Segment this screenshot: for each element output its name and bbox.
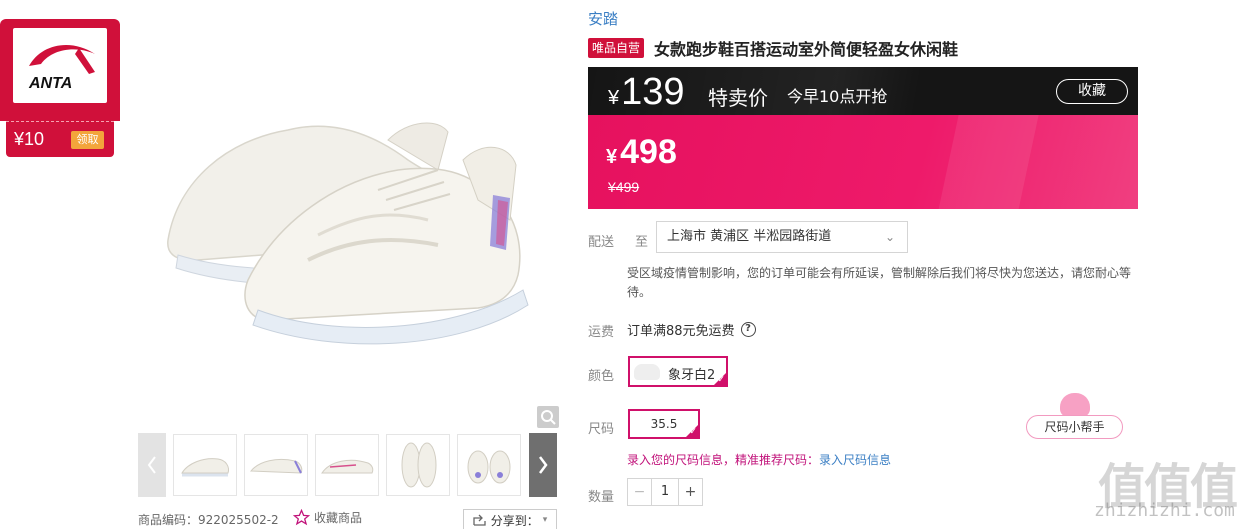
- price-currency: ¥: [606, 146, 618, 168]
- share-icon: [473, 514, 486, 526]
- flash-sale-label: 特卖价: [708, 86, 768, 110]
- star-icon: [293, 509, 310, 526]
- help-icon[interactable]: ?: [740, 322, 756, 337]
- address-select[interactable]: 上海市 黄浦区 半淞园路街道 ⌄: [656, 221, 908, 253]
- price-box: ¥498 ¥499: [588, 115, 1138, 209]
- favorite-product-link[interactable]: 收藏商品: [293, 509, 362, 526]
- quantity-stepper[interactable]: − 1 +: [627, 478, 703, 506]
- original-price: ¥499: [608, 179, 640, 195]
- color-option-selected[interactable]: 象牙白2 ✓: [628, 356, 728, 387]
- check-mark: ✓: [717, 375, 725, 385]
- flash-price-value: 139: [621, 71, 685, 113]
- claim-coupon-button[interactable]: 领取: [71, 131, 104, 149]
- address-value: 上海市 黄浦区 半淞园路街道: [667, 229, 832, 244]
- shoe-image: [167, 122, 529, 345]
- current-price-value: 498: [620, 133, 677, 171]
- size-option-label: 35.5: [650, 417, 678, 431]
- anta-logo-icon: ANTA: [13, 28, 107, 103]
- chevron-down-icon: ▾: [542, 515, 548, 525]
- quantity-decrease-button[interactable]: −: [628, 479, 652, 505]
- brand-link[interactable]: 安踏: [588, 8, 618, 29]
- product-title: 女款跑步鞋百搭运动室外简便轻盈女休闲鞋: [654, 40, 959, 59]
- coupon-footer: ¥10 领取: [6, 121, 114, 157]
- coupon-amount: ¥10: [14, 129, 45, 149]
- size-helper-button[interactable]: 尺码小帮手: [1026, 415, 1123, 439]
- flash-sale-price: ¥139: [608, 71, 685, 114]
- product-main-image[interactable]: [138, 20, 558, 430]
- size-option-selected[interactable]: 35.5 ✓: [628, 409, 700, 439]
- flash-sale-start-time: 今早10点开抢: [787, 87, 888, 106]
- delivery-label: 配送: [588, 235, 615, 250]
- delivery-to-label: 至: [635, 235, 649, 250]
- size-label: 尺码: [588, 422, 615, 437]
- product-page: ANTA ¥10 领取 商品编码：922025502-2 收藏商品 分享到： ▾…: [0, 0, 1244, 529]
- watermark-site: zhizhizhi.com: [1094, 500, 1235, 521]
- quantity-increase-button[interactable]: +: [678, 479, 702, 505]
- thumbnail-2[interactable]: [244, 434, 308, 496]
- flash-currency: ¥: [608, 87, 620, 109]
- site-watermark: 值值值 zhizhizhi.com: [1094, 447, 1244, 529]
- current-price: ¥498: [606, 133, 677, 172]
- share-button[interactable]: 分享到： ▾: [463, 509, 557, 529]
- size-tip-text: 录入您的尺码信息，精准推荐尺码：: [627, 453, 820, 467]
- shipping-fee: 订单满88元免运费 ?: [627, 320, 756, 339]
- favorite-button[interactable]: 收藏: [1056, 79, 1128, 104]
- vip-self-operated-badge: 唯品自营: [588, 38, 644, 58]
- price-box-stripe: [935, 115, 1041, 209]
- enter-size-link[interactable]: 录入尺码信息: [819, 453, 891, 467]
- mascot-icon: [1060, 393, 1090, 417]
- shipping-fee-value: 订单满88元免运费: [627, 324, 735, 339]
- size-tip: 录入您的尺码信息，精准推荐尺码：录入尺码信息: [627, 451, 891, 468]
- quantity-input[interactable]: 1: [652, 479, 678, 505]
- color-label: 颜色: [588, 369, 615, 384]
- color-option-label: 象牙白2: [668, 368, 716, 383]
- thumbnails-prev-button[interactable]: [138, 433, 166, 497]
- shipping-fee-label: 运费: [588, 325, 615, 340]
- sku-code: 商品编码：922025502-2: [138, 513, 279, 527]
- chevron-down-icon: ⌄: [884, 230, 895, 244]
- delivery-notice: 受区域疫情管制影响，您的订单可能会有所延误，管制解除后我们将尽快为您送达，请您耐…: [627, 266, 1132, 299]
- thumbnails-next-button[interactable]: [529, 433, 557, 497]
- check-mark: ✓: [689, 427, 697, 437]
- chevron-right-icon: [539, 456, 548, 474]
- color-thumbnail: [634, 364, 660, 380]
- anta-logo-text: ANTA: [28, 75, 72, 92]
- flash-sale-bar: ¥139 特卖价 今早10点开抢 收藏: [588, 67, 1138, 115]
- share-label: 分享到：: [490, 513, 539, 528]
- thumbnail-5[interactable]: [457, 434, 521, 496]
- coupon-card[interactable]: ANTA ¥10 领取: [0, 19, 120, 157]
- thumbnail-3[interactable]: [315, 434, 379, 496]
- thumbnail-1[interactable]: [173, 434, 237, 496]
- favorite-product-label: 收藏商品: [314, 511, 363, 525]
- thumbnail-4[interactable]: [386, 434, 450, 496]
- chevron-left-icon: [147, 456, 156, 474]
- zoom-icon[interactable]: [537, 406, 559, 428]
- quantity-label: 数量: [588, 490, 615, 505]
- coupon-header: ANTA: [0, 19, 120, 121]
